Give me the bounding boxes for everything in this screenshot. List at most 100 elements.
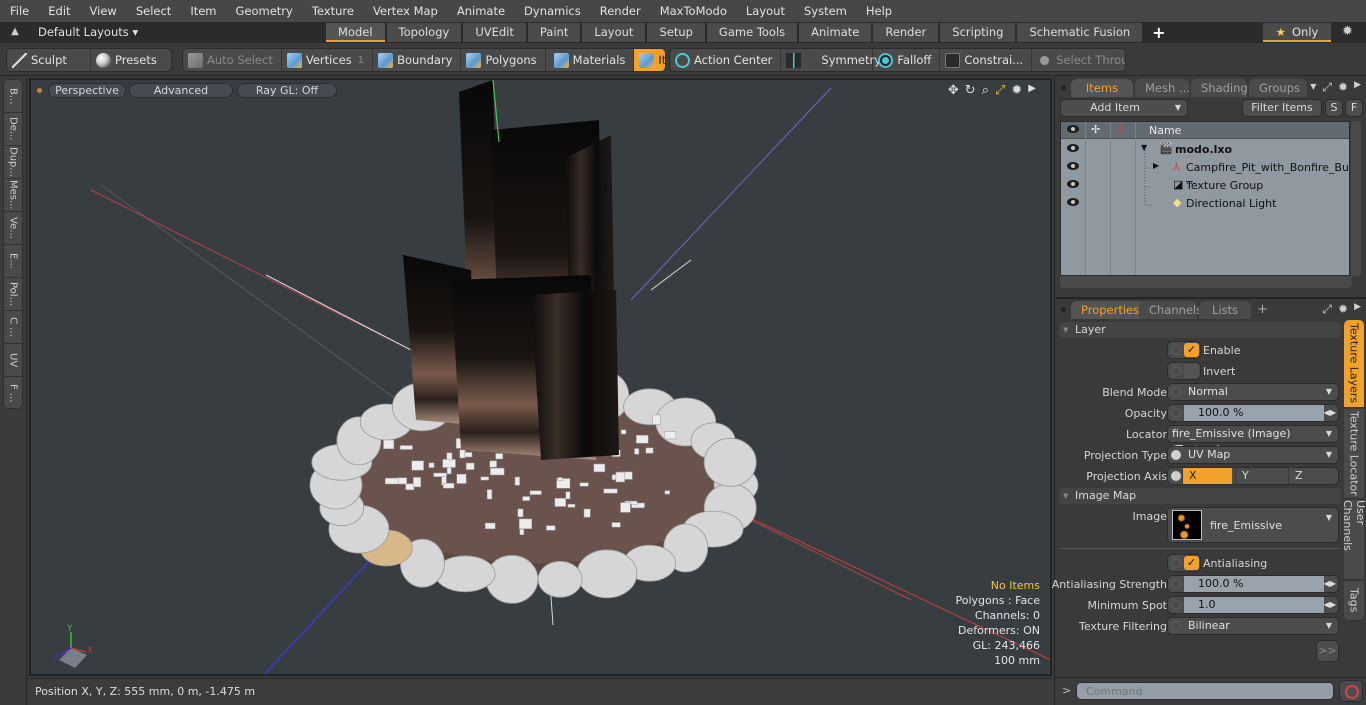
name-column-header[interactable]: Name <box>1149 124 1181 137</box>
default-layouts-dropdown[interactable]: Default Layouts ▾ <box>38 22 138 43</box>
menu-edit[interactable]: Edit <box>38 0 79 22</box>
item-list-hscrollbar[interactable] <box>1060 276 1352 288</box>
left-tab-edge[interactable]: E... <box>4 245 22 278</box>
menu-system[interactable]: System <box>794 0 856 22</box>
tab-groups[interactable]: Groups <box>1249 79 1307 97</box>
rotate-icon[interactable]: ↻ <box>965 83 976 98</box>
zoom-icon[interactable]: ⌕ <box>982 83 989 98</box>
visibility-eye-icon[interactable] <box>1067 198 1079 206</box>
item-row-directional-light[interactable]: ◆ Directional Light <box>1061 195 1351 213</box>
visibility-eye-icon[interactable] <box>1067 144 1079 152</box>
viewport-menu-dot[interactable] <box>37 88 42 93</box>
panel-gear-icon[interactable]: ✹ <box>1338 80 1348 95</box>
tab-paint[interactable]: Paint <box>527 23 581 42</box>
menu-dynamics[interactable]: Dynamics <box>514 0 590 22</box>
left-tab-polygon[interactable]: Pol... <box>4 278 22 311</box>
3d-viewport[interactable]: Y X Z Perspective Advanced Ray GL: Off ✥… <box>29 78 1052 676</box>
projection-type-dropdown[interactable]: UV Map ▼ <box>1167 446 1339 464</box>
panel-menu-dot[interactable] <box>1061 85 1066 90</box>
collapse-up-icon[interactable]: ▲ <box>8 25 22 39</box>
image-dropdown[interactable]: fire_Emissive ▼ <box>1167 507 1339 543</box>
add-properties-tab[interactable]: + <box>1257 302 1268 317</box>
raygl-button[interactable]: Ray GL: Off <box>237 83 337 98</box>
tab-render[interactable]: Render <box>873 23 939 42</box>
panel-arrow-icon[interactable]: ▶ <box>1354 302 1361 317</box>
tab-model[interactable]: Model <box>326 23 385 42</box>
aa-strength-input[interactable]: 100.0 % ◀▶ <box>1167 575 1339 593</box>
opacity-input[interactable]: 100.0 % ◀▶ <box>1167 404 1339 422</box>
blend-mode-dropdown[interactable]: Normal ▼ <box>1167 383 1339 401</box>
panel-gear-icon[interactable]: ✹ <box>1338 302 1348 317</box>
menu-render[interactable]: Render <box>590 0 650 22</box>
menu-view[interactable]: View <box>80 0 126 22</box>
add-tab-button[interactable]: + <box>1144 23 1173 42</box>
tab-properties[interactable]: Properties <box>1071 301 1150 319</box>
tab-channels[interactable]: Channels <box>1139 301 1202 319</box>
locator-dropdown[interactable]: fire_Emissive (Image) (Texture)▼ <box>1167 425 1339 456</box>
add-item-dropdown-icon[interactable]: ▼ <box>1175 100 1181 116</box>
menu-vertex-map[interactable]: Vertex Map <box>363 0 447 22</box>
materials-button[interactable]: Materials <box>546 49 635 71</box>
side-tab-tags[interactable]: Tags <box>1344 581 1364 621</box>
visibility-eye-icon[interactable] <box>1067 180 1079 188</box>
antialiasing-checkbox[interactable]: ✓ <box>1167 554 1201 572</box>
viewport-gear-icon[interactable]: ✹ <box>1011 83 1022 98</box>
tab-layout[interactable]: Layout <box>582 23 646 42</box>
tab-lists[interactable]: Lists <box>1199 301 1251 319</box>
panel-arrow-icon[interactable]: ▶ <box>1354 80 1361 95</box>
left-tab-mesh-edit[interactable]: Mes... <box>4 179 22 212</box>
menu-item[interactable]: Item <box>180 0 225 22</box>
panel-expand-icon[interactable]: ⤢ <box>1322 80 1332 95</box>
visibility-eye-icon[interactable] <box>1067 162 1079 170</box>
axis-x-button[interactable]: X <box>1182 468 1232 484</box>
panel-menu-dot[interactable] <box>1061 307 1066 312</box>
tab-mesh[interactable]: Mesh ... <box>1135 79 1190 97</box>
item-row-scene[interactable]: ▼ 🎬 modo.lxo <box>1061 141 1351 159</box>
invert-checkbox[interactable] <box>1167 362 1201 380</box>
polygons-button[interactable]: Polygons <box>461 49 546 71</box>
tab-uvedit[interactable]: UVEdit <box>463 23 526 42</box>
side-tab-texture-locator[interactable]: Texture Locator <box>1344 409 1364 499</box>
texture-filtering-dropdown[interactable]: Bilinear ▼ <box>1167 617 1339 635</box>
tab-topology[interactable]: Topology <box>386 23 462 42</box>
left-tab-duplicate[interactable]: Dup... <box>4 146 22 179</box>
menu-maxtomodo[interactable]: MaxToModo <box>650 0 736 22</box>
image-map-section-header[interactable]: Image Map <box>1059 488 1341 504</box>
boundary-button[interactable]: Boundary <box>373 49 462 71</box>
menu-texture[interactable]: Texture <box>302 0 363 22</box>
auto-select-button[interactable]: Auto Select <box>183 49 282 71</box>
left-tab-uv[interactable]: UV <box>4 344 22 377</box>
expand-arrow-icon[interactable]: ▶ <box>1028 83 1036 98</box>
tab-shading[interactable]: Shading <box>1191 79 1248 97</box>
tab-items[interactable]: Items <box>1071 79 1133 97</box>
s-button[interactable]: S <box>1325 99 1343 117</box>
tab-schematic-fusion[interactable]: Schematic Fusion <box>1017 23 1143 42</box>
min-spot-input[interactable]: 1.0 ◀▶ <box>1167 596 1339 614</box>
more-options-button[interactable]: >> <box>1316 640 1339 662</box>
maximize-icon[interactable]: ⤢ <box>995 83 1005 98</box>
left-tab-curve[interactable]: C ... <box>4 311 22 344</box>
side-tab-texture-layers[interactable]: Texture Layers <box>1344 320 1364 408</box>
left-tab-basic[interactable]: B... <box>4 80 22 113</box>
layer-section-header[interactable]: Layer <box>1059 322 1341 338</box>
only-button[interactable]: ★ Only <box>1263 23 1331 42</box>
gear-icon[interactable]: ✹ <box>1342 24 1353 39</box>
side-tab-user-channels[interactable]: User Channels <box>1341 500 1366 580</box>
item-list-vscrollbar[interactable] <box>1351 121 1361 276</box>
axis-y-button[interactable]: Y <box>1235 468 1287 484</box>
perspective-button[interactable]: Perspective <box>48 83 126 98</box>
menu-animate[interactable]: Animate <box>447 0 514 22</box>
tab-animate[interactable]: Animate <box>799 23 872 42</box>
advanced-button[interactable]: Advanced <box>129 83 233 98</box>
enable-checkbox[interactable]: ✓ <box>1167 341 1201 359</box>
record-macro-button[interactable] <box>1339 680 1363 702</box>
f-button[interactable]: F <box>1345 99 1363 117</box>
vertices-button[interactable]: Vertices 1 <box>282 49 374 71</box>
tab-setup[interactable]: Setup <box>647 23 705 42</box>
presets-button[interactable]: Presets <box>91 49 165 71</box>
item-row-mesh[interactable]: ▶ ⅄ Campfire_Pit_with_Bonfire_Bu ... <box>1061 159 1351 187</box>
left-tab-vertex[interactable]: Ve... <box>4 212 22 245</box>
panel-expand-icon[interactable]: ⤢ <box>1322 302 1332 317</box>
add-item-button[interactable]: Add Item ▼ <box>1060 99 1188 117</box>
constraints-button[interactable]: Constrai... <box>940 49 1033 71</box>
